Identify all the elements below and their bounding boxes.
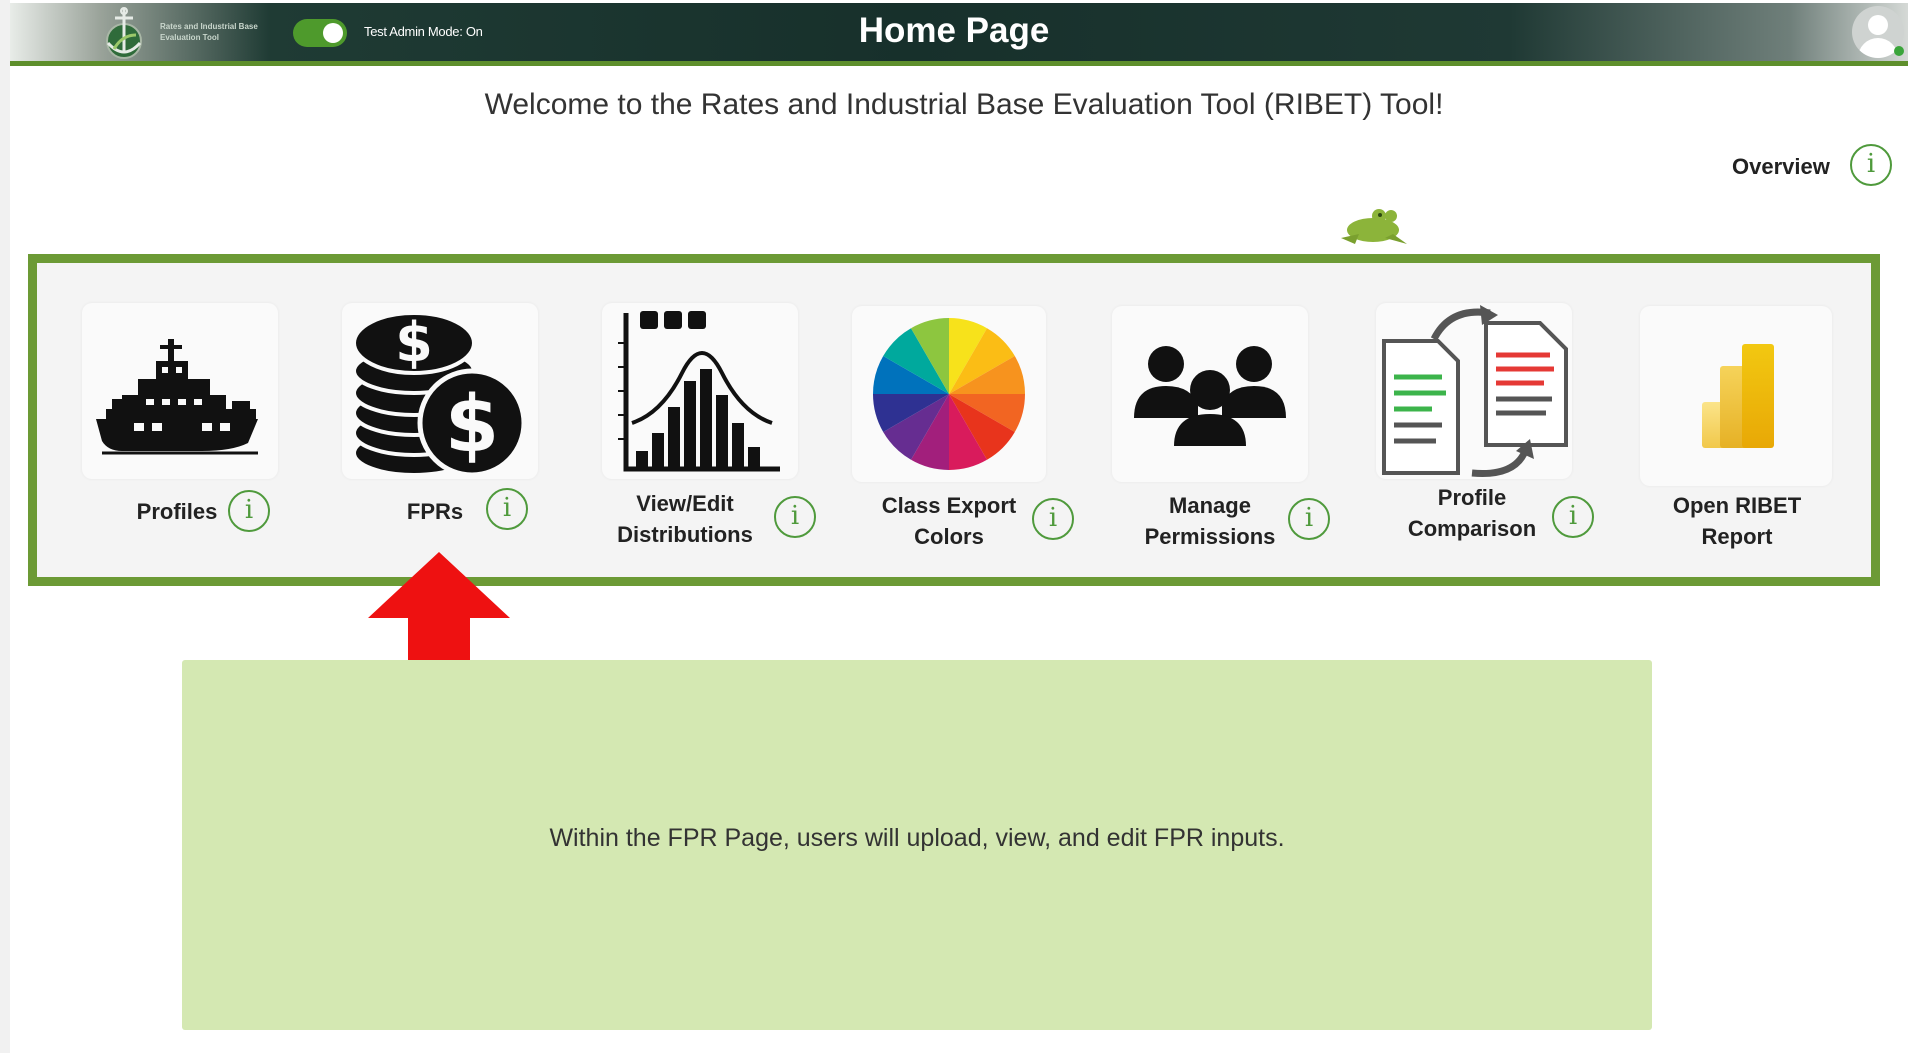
coins-dollar-icon: $ $ xyxy=(352,311,527,478)
description-text: Within the FPR Page, users will upload, … xyxy=(549,824,1285,852)
profiles-tile[interactable] xyxy=(82,303,278,479)
ship-icon xyxy=(96,339,258,455)
profiles-info-icon[interactable]: i xyxy=(228,490,270,532)
overview-info-icon[interactable]: i xyxy=(1850,144,1892,186)
document-compare-icon xyxy=(1382,305,1568,477)
view-edit-distributions-info-icon[interactable]: i xyxy=(774,496,816,538)
class-export-colors-label[interactable]: Class Export Colors xyxy=(866,490,1032,552)
class-export-colors-tile[interactable] xyxy=(852,306,1046,482)
open-ribet-report-tile[interactable] xyxy=(1640,306,1832,486)
frog-icon xyxy=(1341,209,1407,244)
svg-text:$: $ xyxy=(395,311,433,374)
manage-permissions-label[interactable]: Manage Permissions xyxy=(1128,490,1292,552)
page-title: Home Page xyxy=(858,11,1050,50)
distribution-chart-icon xyxy=(618,311,780,472)
manage-permissions-info-icon[interactable]: i xyxy=(1288,498,1330,540)
powerbi-icon xyxy=(1702,344,1774,448)
class-export-colors-info-icon[interactable]: i xyxy=(1032,498,1074,540)
open-ribet-report-label[interactable]: Open RIBET Report xyxy=(1650,490,1824,552)
fprs-label[interactable]: FPRs xyxy=(370,496,500,527)
fprs-tile[interactable]: $ $ xyxy=(342,303,538,479)
profile-comparison-tile[interactable] xyxy=(1376,303,1572,479)
description-panel: Within the FPR Page, users will upload, … xyxy=(182,660,1652,1030)
profile-comparison-label[interactable]: Profile Comparison xyxy=(1390,482,1554,544)
welcome-heading: Welcome to the Rates and Industrial Base… xyxy=(484,88,1444,121)
header-underline xyxy=(10,61,1908,66)
profile-comparison-info-icon[interactable]: i xyxy=(1552,496,1594,538)
view-edit-distributions-label[interactable]: View/Edit Distributions xyxy=(600,488,770,550)
presence-status-icon xyxy=(1894,46,1904,56)
profiles-label[interactable]: Profiles xyxy=(112,496,242,527)
manage-permissions-tile[interactable] xyxy=(1112,306,1308,482)
people-group-icon xyxy=(1134,346,1286,446)
fprs-info-icon[interactable]: i xyxy=(486,488,528,530)
left-edge xyxy=(0,0,10,1053)
view-edit-distributions-tile[interactable] xyxy=(602,303,798,479)
svg-text:$: $ xyxy=(445,380,499,470)
color-wheel-icon xyxy=(873,318,1025,470)
overview-label: Overview xyxy=(1732,154,1830,179)
